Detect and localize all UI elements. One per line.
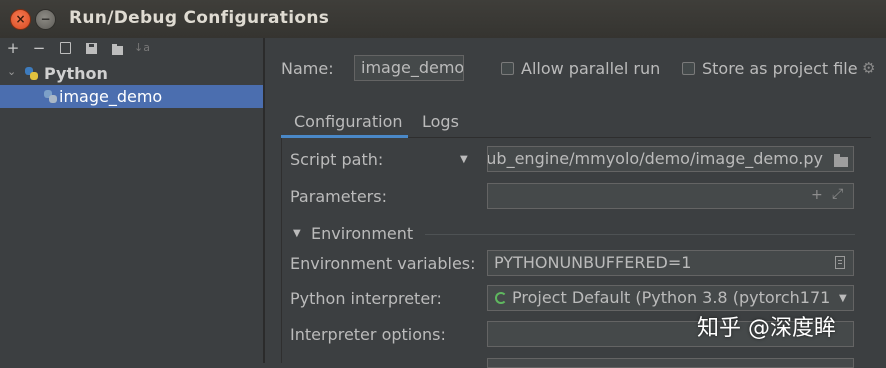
name-input[interactable]: image_demo — [354, 55, 464, 81]
copy-icon[interactable] — [57, 40, 73, 56]
edit-env-vars-icon[interactable] — [835, 256, 845, 269]
section-collapse-icon[interactable]: ▼ — [293, 228, 301, 239]
configuration-tree: ⌄ Python image_demo — [0, 62, 263, 108]
tree-item-label: image_demo — [59, 87, 163, 106]
allow-parallel-checkbox[interactable] — [501, 62, 514, 75]
next-field-input[interactable] — [487, 358, 854, 368]
loading-spinner-icon — [495, 292, 507, 304]
interpreter-select[interactable]: Project Default (Python 3.8 (pytorch171 — [487, 285, 854, 311]
parameters-label: Parameters: — [290, 187, 387, 206]
watermark: 知乎 @深度眸 — [697, 316, 836, 341]
expand-icon[interactable]: ⤢ — [832, 186, 843, 202]
script-path-label: Script path: — [290, 150, 384, 169]
gear-icon[interactable]: ⚙ — [862, 59, 875, 77]
tree-group-label: Python — [44, 64, 108, 83]
tab-configuration[interactable]: Configuration — [294, 112, 403, 131]
allow-parallel-label: Allow parallel run — [521, 59, 661, 78]
configurations-sidebar: + − ↓a ⌄ Python image_demo — [0, 38, 263, 363]
minimize-icon[interactable]: − — [35, 9, 56, 30]
insert-macro-icon[interactable]: + — [811, 187, 823, 203]
script-type-dropdown-icon[interactable]: ▼ — [460, 154, 468, 165]
chevron-down-icon[interactable]: ⌄ — [7, 65, 16, 78]
sort-icon[interactable]: ↓a — [134, 40, 150, 56]
tree-group-python[interactable]: ⌄ Python — [0, 62, 263, 85]
browse-folder-icon[interactable] — [834, 154, 848, 167]
section-separator — [425, 234, 855, 235]
name-label: Name: — [281, 59, 334, 78]
close-icon[interactable]: × — [10, 9, 31, 30]
env-vars-input[interactable]: PYTHONUNBUFFERED=1 — [487, 250, 854, 276]
store-project-checkbox[interactable] — [682, 62, 695, 75]
add-icon[interactable]: + — [5, 40, 21, 56]
store-project-label: Store as project file — [702, 59, 858, 78]
script-path-value: ub_engine/mmyolo/demo/image_demo.py — [487, 149, 823, 168]
script-path-input[interactable]: ub_engine/mmyolo/demo/image_demo.py — [487, 146, 854, 172]
tab-logs[interactable]: Logs — [422, 112, 459, 131]
interpreter-label: Python interpreter: — [290, 289, 442, 308]
parameters-input[interactable] — [487, 183, 854, 209]
python-file-icon — [44, 90, 57, 103]
env-vars-label: Environment variables: — [290, 254, 476, 273]
python-icon — [25, 67, 38, 80]
window-title: Run/Debug Configurations — [69, 8, 330, 28]
sidebar-toolbar: + − ↓a — [0, 38, 263, 60]
remove-icon[interactable]: − — [31, 40, 47, 56]
tree-item-image-demo[interactable]: image_demo — [0, 85, 263, 108]
folder-icon[interactable] — [109, 40, 125, 56]
save-icon[interactable] — [83, 40, 99, 56]
chevron-down-icon[interactable]: ▼ — [839, 293, 847, 304]
interp-options-label: Interpreter options: — [290, 325, 446, 344]
title-bar: × − Run/Debug Configurations — [0, 0, 886, 39]
environment-section-title[interactable]: Environment — [311, 224, 413, 243]
